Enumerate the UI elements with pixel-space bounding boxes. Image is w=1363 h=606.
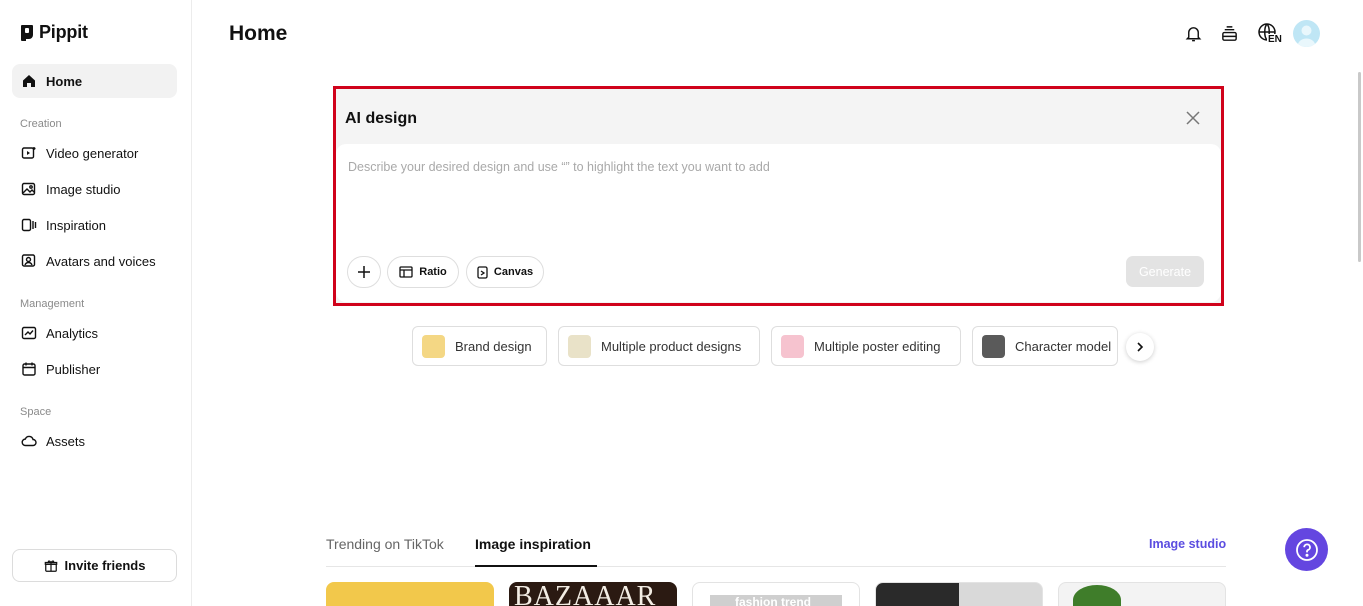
calendar-icon xyxy=(22,362,36,376)
ratio-label: Ratio xyxy=(419,266,447,278)
layers-icon xyxy=(1221,25,1237,41)
ratio-icon xyxy=(399,266,413,278)
page-title: Home xyxy=(229,22,288,45)
chip-character-model[interactable]: Character model xyxy=(972,326,1118,366)
sidebar-item-home[interactable]: Home xyxy=(12,64,177,98)
image-studio-icon xyxy=(21,182,36,196)
inspiration-card[interactable] xyxy=(326,582,494,606)
close-button[interactable] xyxy=(1184,109,1202,127)
sidebar-item-label: Inspiration xyxy=(46,217,106,233)
tabs-divider xyxy=(326,566,1226,567)
bell-icon xyxy=(1185,26,1201,41)
sidebar-item-analytics[interactable]: Analytics xyxy=(12,316,177,350)
ai-design-panel: AI design Ratio Canvas Generate xyxy=(333,86,1224,306)
poster-editing-thumbnail xyxy=(781,334,804,358)
sidebar-item-label: Publisher xyxy=(46,361,101,377)
sidebar-item-inspiration[interactable]: Inspiration xyxy=(12,208,177,242)
sidebar-item-assets[interactable]: Assets xyxy=(12,424,177,458)
tab-trending-on-tiktok[interactable]: Trending on TikTok xyxy=(326,536,444,552)
user-avatar-icon xyxy=(1297,25,1316,47)
inspiration-card[interactable]: fashion trend xyxy=(692,582,860,606)
sidebar-item-video-generator[interactable]: Video generator xyxy=(12,136,177,170)
chip-label: Brand design xyxy=(455,338,532,354)
language-button[interactable]: EN xyxy=(1254,22,1283,45)
ai-design-title: AI design xyxy=(345,110,418,127)
pippit-logo[interactable]: Pippit xyxy=(20,22,88,43)
close-icon xyxy=(1186,111,1200,125)
ratio-button[interactable]: Ratio xyxy=(387,256,459,288)
inspiration-card[interactable] xyxy=(1058,582,1226,606)
chip-label: Multiple product designs xyxy=(601,338,742,354)
generate-button[interactable]: Generate xyxy=(1126,256,1204,287)
invite-friends-button[interactable]: Invite friends xyxy=(12,549,177,582)
section-label-creation: Creation xyxy=(20,118,62,130)
sidebar-item-label: Image studio xyxy=(46,181,121,197)
sidebar-item-publisher[interactable]: Publisher xyxy=(12,352,177,386)
canvas-button[interactable]: Canvas xyxy=(466,256,544,288)
card-text: BAZAAAR xyxy=(514,582,657,606)
chip-label: Character model xyxy=(1015,338,1112,354)
chip-brand-design[interactable]: Brand design xyxy=(412,326,547,366)
avatar-voice-icon xyxy=(21,254,36,267)
app-name: Pippit xyxy=(39,22,88,42)
home-icon xyxy=(23,75,35,87)
analytics-icon xyxy=(21,326,37,340)
avatar[interactable] xyxy=(1293,20,1320,47)
inspiration-card[interactable] xyxy=(875,582,1043,606)
chip-multiple-product-designs[interactable]: Multiple product designs xyxy=(558,326,760,366)
add-button[interactable] xyxy=(347,256,381,288)
sidebar-item-label: Home xyxy=(46,73,83,89)
inspiration-icon xyxy=(21,218,37,232)
design-prompt-input[interactable] xyxy=(348,160,1208,230)
sidebar-item-label: Video generator xyxy=(46,145,139,161)
pippit-logo-icon xyxy=(21,24,33,41)
active-tab-indicator xyxy=(475,565,597,567)
chips-next-button[interactable] xyxy=(1126,333,1154,361)
video-generator-icon xyxy=(21,147,36,159)
notifications-button[interactable] xyxy=(1182,22,1204,44)
scrollbar[interactable] xyxy=(1358,72,1361,262)
section-label-space: Space xyxy=(20,406,52,418)
canvas-label: Canvas xyxy=(493,266,534,278)
image-studio-link[interactable]: Image studio xyxy=(1149,537,1226,551)
product-designs-thumbnail xyxy=(568,334,591,358)
chevron-right-icon xyxy=(1137,342,1144,352)
canvas-icon xyxy=(477,265,488,279)
subscription-button[interactable] xyxy=(1218,22,1240,44)
sidebar-item-label: Assets xyxy=(46,433,86,449)
sidebar-item-avatars-and-voices[interactable]: Avatars and voices xyxy=(12,244,177,278)
character-model-thumbnail xyxy=(982,334,1005,358)
sidebar-item-label: Avatars and voices xyxy=(46,253,156,269)
help-button[interactable] xyxy=(1285,528,1328,571)
cloud-icon xyxy=(21,435,37,447)
inspiration-card[interactable]: BAZAAAR xyxy=(509,582,677,606)
language-label: EN xyxy=(1267,34,1283,45)
invite-friends-label: Invite friends xyxy=(64,558,146,573)
ai-design-body: Ratio Canvas Generate xyxy=(336,144,1221,302)
card-image xyxy=(1073,585,1121,606)
section-label-management: Management xyxy=(20,298,85,310)
card-text: fashion trend xyxy=(735,595,812,606)
gift-icon xyxy=(44,559,57,572)
sidebar-item-label: Analytics xyxy=(46,325,99,341)
plus-icon xyxy=(358,266,370,278)
help-icon xyxy=(1295,538,1318,561)
sidebar: Pippit Home Creation Video generator Ima… xyxy=(0,0,192,606)
tab-image-inspiration[interactable]: Image inspiration xyxy=(475,536,591,552)
chip-label: Multiple poster editing xyxy=(814,338,941,354)
brand-design-thumbnail xyxy=(422,334,445,358)
sidebar-item-image-studio[interactable]: Image studio xyxy=(12,172,177,206)
chip-multiple-poster-editing[interactable]: Multiple poster editing xyxy=(771,326,961,366)
